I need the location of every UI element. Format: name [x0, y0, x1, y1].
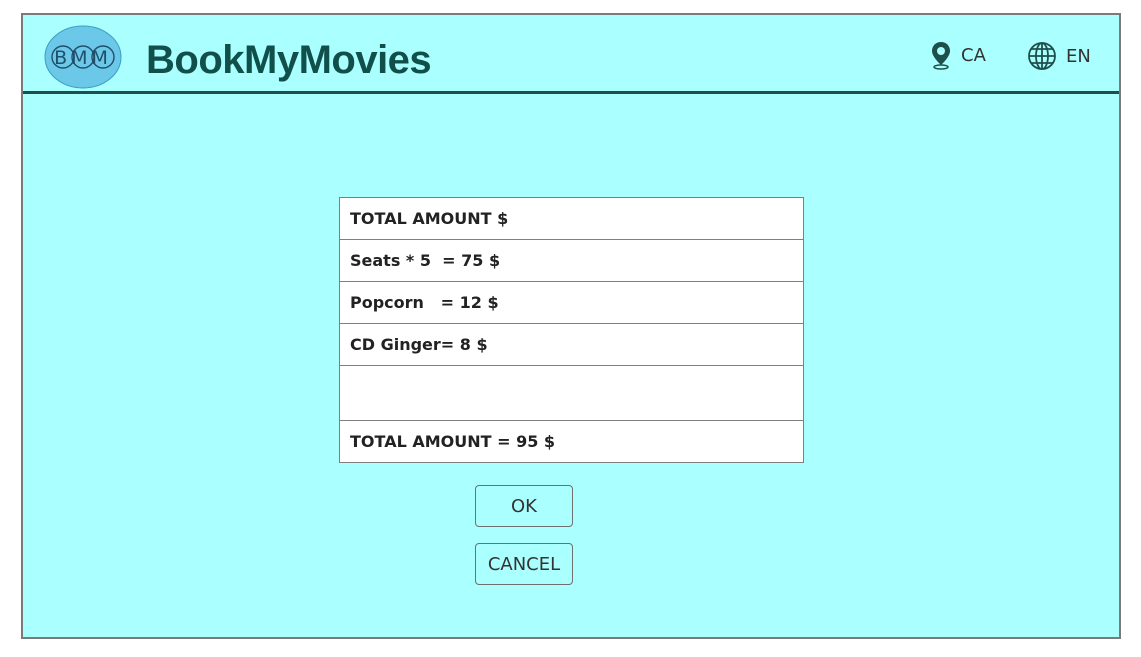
app-header: BMM BookMyMovies CA EN [23, 15, 1119, 94]
location-pin-icon [932, 42, 950, 70]
summary-row-drink: CD Ginger= 8 $ [340, 324, 803, 366]
summary-row-total: TOTAL AMOUNT = 95 $ [350, 432, 556, 451]
language-label: EN [1066, 45, 1091, 67]
globe-icon [1028, 42, 1056, 70]
summary-row-header: TOTAL AMOUNT $ [340, 198, 803, 240]
order-summary-table: TOTAL AMOUNT $ Seats * 5 = 75 $ Popcorn … [339, 197, 804, 463]
cancel-button[interactable]: CANCEL [475, 543, 573, 585]
app-window: BMM BookMyMovies CA EN TOTAL AMOUNT $ Se… [21, 13, 1121, 639]
summary-row-seats: Seats * 5 = 75 $ [340, 240, 803, 282]
logo-icon: BMM [44, 25, 122, 89]
summary-row-popcorn: Popcorn = 12 $ [340, 282, 803, 324]
logo-text: BMM [54, 47, 112, 69]
logo[interactable]: BMM [43, 25, 123, 89]
brand-name[interactable]: BookMyMovies [146, 37, 432, 83]
region-label: CA [961, 44, 986, 66]
region-selector[interactable]: CA [929, 40, 986, 70]
language-selector[interactable]: EN [1026, 40, 1091, 72]
summary-row-empty [340, 366, 803, 421]
ok-button[interactable]: OK [475, 485, 573, 527]
